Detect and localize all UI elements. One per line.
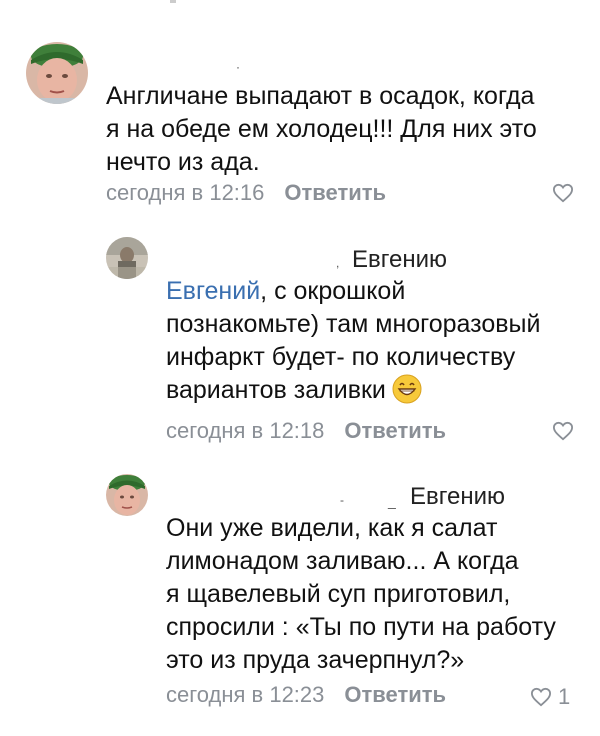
comment-meta: сегодня в 12:18 Ответить — [166, 418, 446, 444]
comment-author: , Евгению — [336, 246, 447, 274]
reply-button[interactable]: Ответить — [344, 682, 446, 707]
reply-to-name[interactable]: Евгению — [410, 483, 505, 511]
comment-timestamp: сегодня в 12:23 — [166, 682, 325, 707]
comment-text: Они уже видели, как я салат лимонадом за… — [166, 512, 586, 677]
avatar[interactable] — [106, 474, 148, 516]
avatar[interactable] — [106, 237, 148, 279]
heart-outline-icon — [530, 687, 552, 707]
reply-button[interactable]: Ответить — [344, 418, 446, 443]
like-button[interactable] — [552, 183, 580, 203]
comment-text: Евгений, с окрошкой познакомьте) там мно… — [166, 275, 576, 413]
comment-text-line: Англичане выпадают в осадок, когда — [106, 82, 535, 110]
reply-to-name[interactable]: Евгению — [352, 246, 447, 274]
comment-text: Англичане выпадают в осадок, когда я на … — [106, 80, 576, 179]
comment-timestamp: сегодня в 12:16 — [106, 180, 265, 205]
comment-text-line: это из пруда зачерпнул?» — [166, 646, 465, 674]
comment-text-line: я на обеде ем холодец!!! Для них это — [106, 115, 537, 143]
grinning-face-emoji — [392, 374, 422, 413]
heart-outline-icon — [552, 421, 574, 441]
comment-author: - _ Евгению — [340, 483, 505, 511]
mention-link[interactable]: Евгений — [166, 277, 260, 305]
comment-timestamp: сегодня в 12:18 — [166, 418, 325, 443]
comment-text-line: познакомьте) там многоразовый — [166, 310, 541, 338]
comment-text-line: лимонадом заливаю... А когда — [166, 547, 519, 575]
comment-text-line: Евгений, с окрошкой — [166, 277, 406, 305]
like-button[interactable]: 1 — [530, 684, 570, 710]
comment-text-line: спросили : «Ты по пути на работу — [166, 613, 556, 641]
comment-meta: сегодня в 12:23 Ответить — [166, 682, 446, 708]
heart-outline-icon — [552, 183, 574, 203]
comment-text-line: инфаркт будет- по количеству — [166, 343, 516, 371]
comment-text-line: я щавелевый суп приготовил, — [166, 580, 511, 608]
reply-button[interactable]: Ответить — [284, 180, 386, 205]
previous-comment-edge — [170, 0, 176, 3]
comment-meta: сегодня в 12:16 Ответить — [106, 180, 386, 206]
like-button[interactable] — [552, 421, 580, 441]
comment-text-line: нечто из ада. — [106, 148, 260, 176]
comment-text-line: вариантов заливки — [166, 374, 576, 413]
avatar[interactable] — [26, 42, 88, 104]
like-count: 1 — [558, 684, 571, 709]
comment-text-line: Они уже видели, как я салат — [166, 514, 498, 542]
